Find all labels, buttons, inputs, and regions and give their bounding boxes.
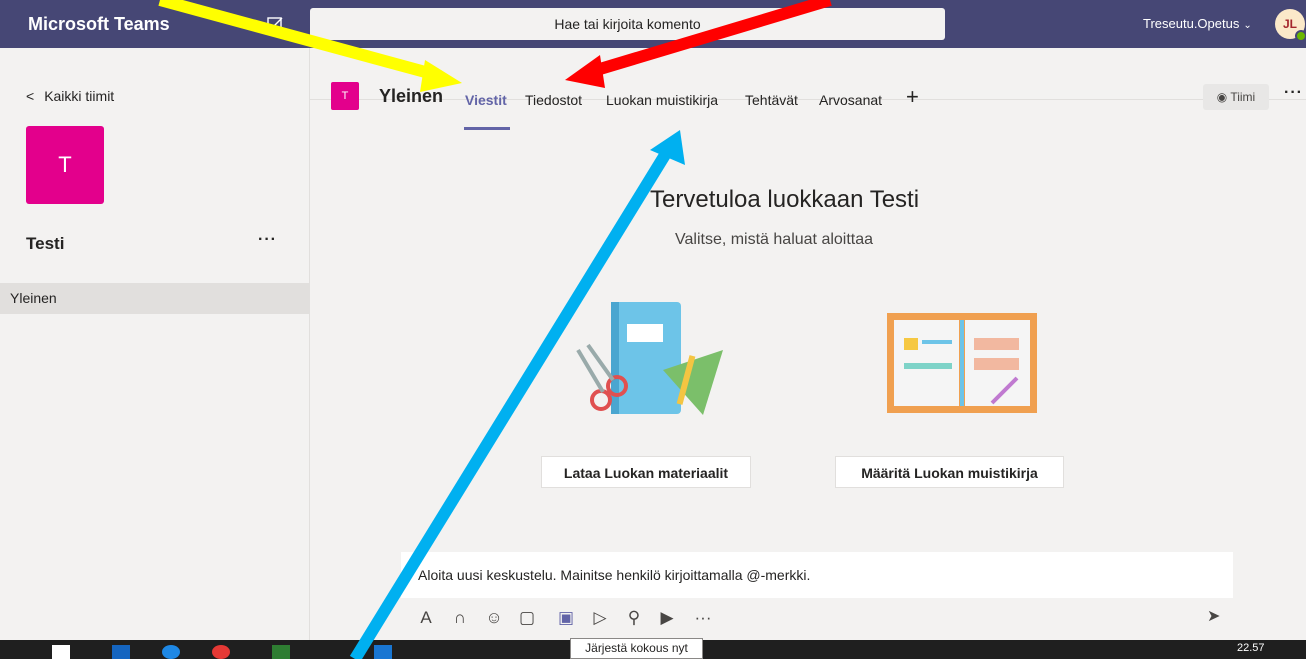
taskbar-edge-icon[interactable]: [162, 645, 180, 659]
channel-header: [310, 48, 1306, 100]
team-name: Testi: [26, 234, 65, 253]
team-sidebar: < Kaikki tiimit T Testi ··· Yleinen: [0, 48, 310, 640]
taskbar-store-icon[interactable]: [52, 645, 70, 659]
taskbar-app-icon[interactable]: [374, 645, 392, 659]
tab-tiedostot[interactable]: Tiedostot: [525, 92, 582, 108]
chevron-down-icon: ⌄: [1243, 20, 1252, 31]
emoji-icon[interactable]: ☺: [484, 606, 504, 630]
back-to-teams-link[interactable]: < Kaikki tiimit: [26, 88, 114, 104]
tab-viestit[interactable]: Viestit: [465, 92, 507, 108]
tenant-name: Treseutu.Opetus: [1143, 16, 1240, 31]
tenant-switcher[interactable]: Treseutu.Opetus ⌄: [1143, 0, 1252, 48]
eye-icon: ◉: [1216, 90, 1231, 104]
compose-input[interactable]: Aloita uusi keskustelu. Mainitse henkilö…: [401, 552, 1233, 598]
taskbar-chrome-icon[interactable]: [212, 645, 230, 659]
welcome-subtitle: Valitse, mistä haluat aloittaa: [675, 231, 874, 248]
taskbar-mail-icon[interactable]: [112, 645, 130, 659]
team-more-options-icon[interactable]: ···: [258, 231, 277, 249]
send-icon[interactable]: ➤: [1207, 606, 1220, 626]
stream-icon[interactable]: ▷: [590, 606, 610, 630]
welcome-title: Tervetuloa luokkaan Testi: [650, 186, 920, 213]
search-input[interactable]: Hae tai kirjoita komento: [310, 8, 945, 40]
youtube-icon[interactable]: ▶: [657, 606, 677, 630]
meet-now-tooltip: Järjestä kokous nyt: [570, 638, 703, 659]
channel-avatar: T: [331, 82, 359, 110]
active-tab-indicator: [464, 127, 510, 130]
new-chat-icon[interactable]: [265, 14, 287, 36]
class-notebook-illustration: [887, 313, 1037, 413]
sticker-icon[interactable]: ▢: [517, 606, 537, 630]
team-button-label: Tiimi: [1230, 90, 1256, 104]
class-materials-illustration: [576, 302, 723, 415]
presence-status-icon: [1295, 30, 1306, 42]
praise-icon[interactable]: ⚲: [624, 606, 644, 630]
sidebar-channel-yleinen[interactable]: Yleinen: [0, 283, 309, 314]
more-apps-icon[interactable]: ···: [693, 606, 713, 630]
back-label: Kaikki tiimit: [44, 88, 115, 104]
team-button[interactable]: ◉ Tiimi: [1203, 84, 1269, 110]
team-avatar: T: [26, 126, 104, 204]
channel-title: Yleinen: [379, 86, 444, 106]
channel-more-options-icon[interactable]: ···: [1284, 84, 1303, 102]
meet-now-icon[interactable]: ▣: [556, 606, 576, 630]
tab-tehtavat[interactable]: Tehtävät: [745, 92, 798, 108]
format-icon[interactable]: A: [416, 606, 436, 630]
attach-icon[interactable]: ∩: [450, 606, 470, 630]
tab-arvosanat[interactable]: Arvosanat: [819, 92, 882, 108]
tab-luokan-muistikirja[interactable]: Luokan muistikirja: [606, 92, 718, 108]
upload-materials-button[interactable]: Lataa Luokan materiaalit: [541, 456, 751, 488]
chevron-left-icon: <: [26, 88, 35, 104]
add-tab-icon[interactable]: +: [906, 84, 919, 110]
taskbar-clock: 22.57: [1237, 642, 1265, 654]
app-title: Microsoft Teams: [28, 14, 170, 34]
taskbar-excel-icon[interactable]: [272, 645, 290, 659]
setup-notebook-button[interactable]: Määritä Luokan muistikirja: [835, 456, 1064, 488]
